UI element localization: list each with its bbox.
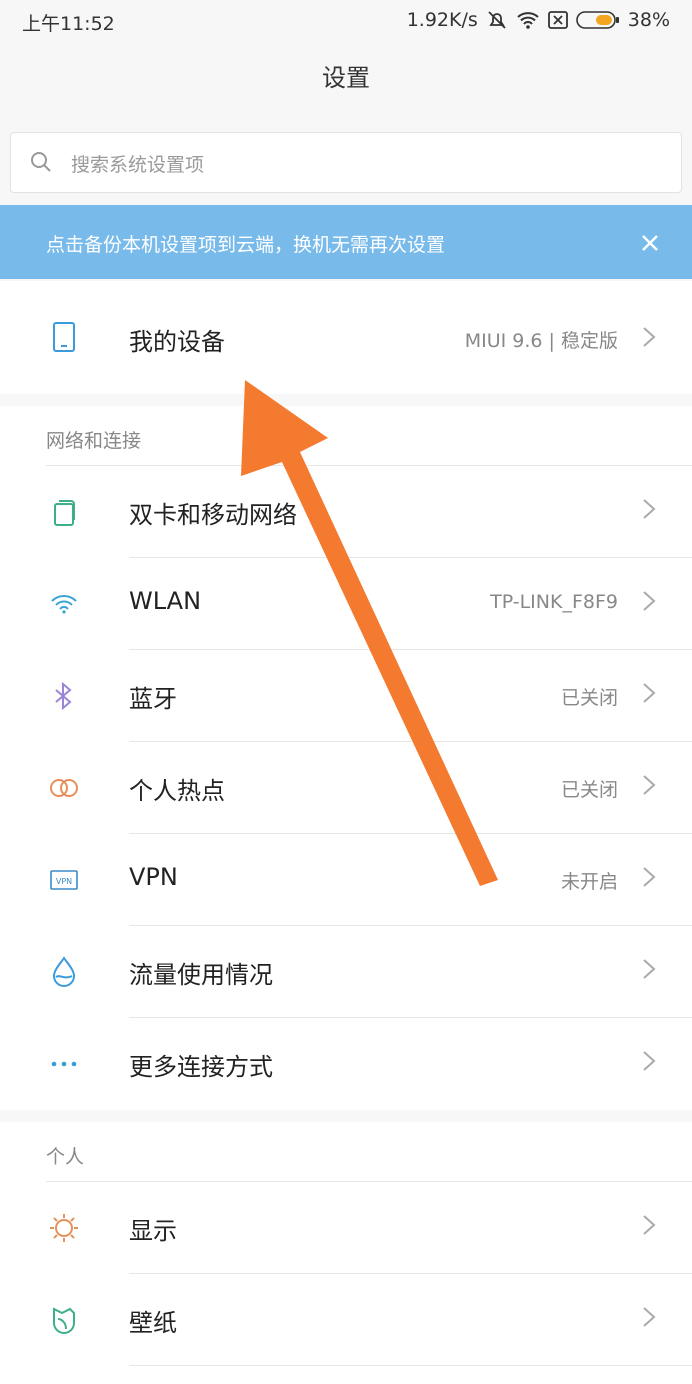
chevron-right-icon <box>643 591 656 611</box>
hotspot-icon <box>46 772 82 804</box>
row-wallpaper[interactable]: 壁纸 <box>0 1274 692 1366</box>
row-label: 个人热点 <box>129 777 225 805</box>
phone-icon <box>46 321 82 353</box>
row-data-usage[interactable]: 流量使用情况 <box>0 926 692 1018</box>
status-bar: 上午11:52 1.92K/s 38% <box>0 0 692 42</box>
banner-text: 点击备份本机设置项到云端，换机无需再次设置 <box>46 234 446 256</box>
row-label: 壁纸 <box>129 1309 177 1337</box>
chevron-right-icon <box>643 959 656 979</box>
row-label: WLAN <box>129 587 202 615</box>
close-icon[interactable] <box>640 233 660 253</box>
row-label: 更多连接方式 <box>129 1053 273 1081</box>
display-sun-icon <box>46 1212 82 1244</box>
device-card: 我的设备 MIUI 9.6 | 稳定版 <box>0 281 692 394</box>
sim-off-icon <box>547 11 568 29</box>
svg-text:VPN: VPN <box>56 877 72 886</box>
my-device-version: MIUI 9.6 | 稳定版 <box>464 330 618 352</box>
row-display[interactable]: 显示 <box>0 1182 692 1274</box>
divider <box>129 1365 692 1366</box>
row-label: 显示 <box>129 1217 177 1245</box>
row-label: 流量使用情况 <box>129 961 273 989</box>
network-card: 网络和连接 双卡和移动网络 WLAN TP-LINK_F8F9 蓝牙 已关闭 个… <box>0 406 692 1110</box>
row-hotspot[interactable]: 个人热点 已关闭 <box>0 742 692 834</box>
status-right: 1.92K/s 38% <box>407 9 670 31</box>
section-title-network: 网络和连接 <box>46 430 142 452</box>
section-title-personal: 个人 <box>46 1146 85 1168</box>
chevron-right-icon <box>643 683 656 703</box>
vpn-icon: VPN <box>46 864 82 896</box>
row-bluetooth[interactable]: 蓝牙 已关闭 <box>0 650 692 742</box>
silent-bell-icon <box>488 11 506 29</box>
wallpaper-icon <box>46 1304 82 1336</box>
my-device-row[interactable]: 我的设备 MIUI 9.6 | 稳定版 <box>0 281 692 394</box>
row-vpn[interactable]: VPN VPN 未开启 <box>0 834 692 926</box>
my-device-label: 我的设备 <box>129 328 225 356</box>
chevron-right-icon <box>643 499 656 519</box>
row-value: 未开启 <box>560 871 618 893</box>
row-label: VPN <box>129 863 178 891</box>
bluetooth-icon <box>46 680 82 712</box>
wifi-status-icon <box>517 12 539 29</box>
page-title: 设置 <box>322 64 370 92</box>
chevron-right-icon <box>643 327 656 347</box>
row-more-connections[interactable]: 更多连接方式 <box>0 1018 692 1110</box>
personal-list: 显示 壁纸 <box>0 1182 692 1366</box>
row-dual-sim[interactable]: 双卡和移动网络 <box>0 466 692 558</box>
chevron-right-icon <box>643 867 656 887</box>
sim-card-icon <box>46 496 82 528</box>
row-value: 已关闭 <box>560 779 618 801</box>
data-usage-icon <box>46 956 82 988</box>
more-dots-icon <box>46 1048 82 1080</box>
backup-banner[interactable]: 点击备份本机设置项到云端，换机无需再次设置 <box>0 205 692 279</box>
row-label: 蓝牙 <box>129 685 177 713</box>
row-wlan[interactable]: WLAN TP-LINK_F8F9 <box>0 558 692 650</box>
row-label: 双卡和移动网络 <box>129 501 297 529</box>
chevron-right-icon <box>643 1307 656 1327</box>
chevron-right-icon <box>643 1215 656 1235</box>
search-icon <box>31 152 51 172</box>
battery-percent: 38% <box>627 9 670 31</box>
battery-icon <box>575 11 619 29</box>
chevron-right-icon <box>643 1051 656 1071</box>
network-speed: 1.92K/s <box>406 9 478 31</box>
search-placeholder: 搜索系统设置项 <box>71 154 205 176</box>
wifi-icon <box>46 588 82 620</box>
row-value: TP-LINK_F8F9 <box>490 591 618 613</box>
search-input[interactable]: 搜索系统设置项 <box>10 132 682 193</box>
status-time: 上午11:52 <box>22 13 115 35</box>
chevron-right-icon <box>643 775 656 795</box>
network-list: 双卡和移动网络 WLAN TP-LINK_F8F9 蓝牙 已关闭 个人热点 已关… <box>0 466 692 1110</box>
row-value: 已关闭 <box>560 687 618 709</box>
personal-card: 个人 显示 壁纸 <box>0 1122 692 1384</box>
